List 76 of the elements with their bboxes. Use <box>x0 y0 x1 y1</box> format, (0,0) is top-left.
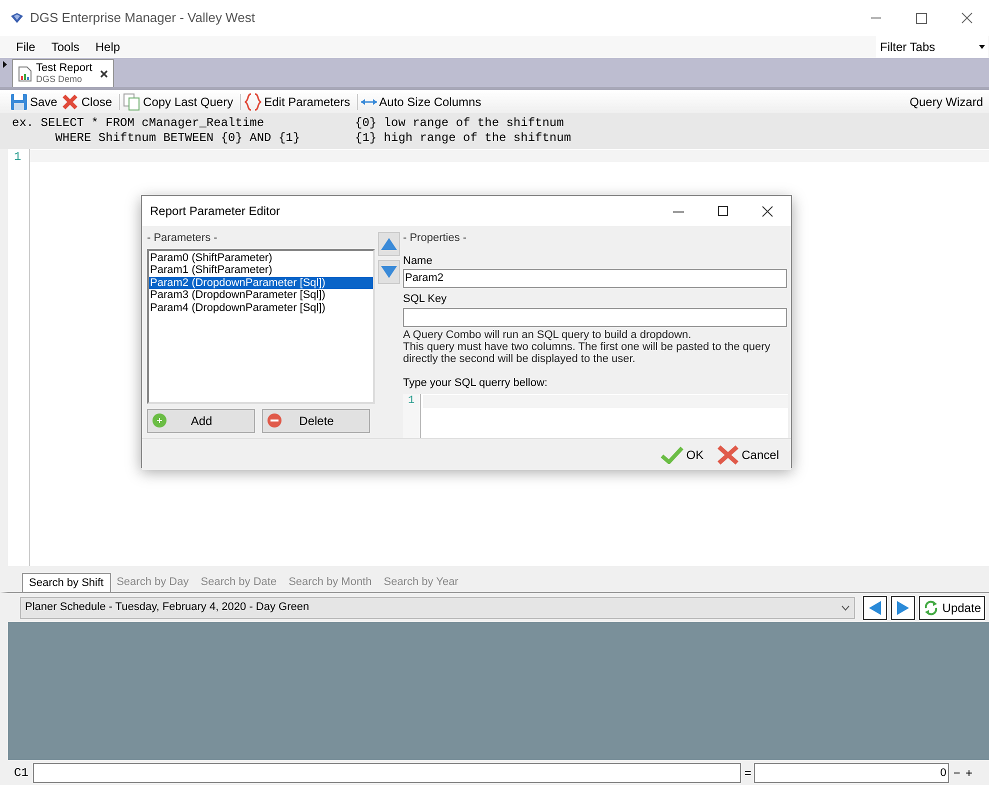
hint-code: ex. SELECT * FROM cManager_Realtime <box>12 116 266 131</box>
collapse-arrow-icon <box>3 61 7 68</box>
close-icon[interactable] <box>961 12 973 24</box>
parameter-item[interactable]: Param4 (DropdownParameter [Sql]) <box>149 302 373 314</box>
description-text: A Query Combo will run an SQL query to build a dropdown. This query must have two columns. The first one will be pasted to the query directly the second will be displayed to the user. <box>403 328 772 364</box>
field-label: Name <box>403 254 434 268</box>
field-label: SQL Key <box>403 292 448 307</box>
dialog-title: Report Parameter Editor <box>150 203 280 220</box>
checkmark-icon <box>660 446 684 464</box>
parameter-item[interactable]: Param2 (DropdownParameter [Sql]) <box>149 276 373 289</box>
braces-icon <box>244 92 262 110</box>
section-label: - Properties - <box>403 231 468 246</box>
maximize-icon[interactable] <box>916 12 927 24</box>
plus-button[interactable]: + <box>964 764 974 782</box>
line-number: 1 <box>14 151 22 163</box>
chevron-down-icon <box>841 604 850 610</box>
up-triangle-icon <box>381 238 397 250</box>
tab-title: Test Report <box>36 62 92 74</box>
line-number: 1 <box>408 394 416 407</box>
previous-button[interactable] <box>863 596 888 620</box>
save-icon <box>10 92 28 110</box>
move-down-button[interactable] <box>378 260 400 284</box>
close-icon[interactable] <box>762 206 773 216</box>
menu-item[interactable]: Help <box>87 38 128 56</box>
move-up-button[interactable] <box>378 232 400 256</box>
refresh-icon <box>923 600 940 616</box>
toolbar-button[interactable]: Edit Parameters <box>244 91 354 112</box>
menu-item[interactable]: File <box>8 38 44 56</box>
section-label: - Parameters - <box>147 231 218 246</box>
down-triangle-icon <box>381 266 397 278</box>
right-triangle-icon <box>897 600 910 614</box>
minus-button[interactable]: − <box>952 764 962 782</box>
parameter-list[interactable]: Param0 (ShiftParameter) Param1 (ShiftParameter) Param2 (DropdownParameter [Sql]) Param3 (DropdownParameter [Sql]) Param4 (DropdownParameter [Sql]) <box>147 248 375 404</box>
parameter-item[interactable]: Param1 (ShiftParameter) <box>149 264 373 276</box>
schedule-dropdown[interactable]: Planer Schedule - Tuesday, February 4, 2020 - Day Green <box>20 596 856 618</box>
tab-subtitle: DGS Demo <box>36 74 84 84</box>
filter-tabs-dropdown[interactable]: Filter Tabs <box>876 36 988 58</box>
toolbar-button[interactable]: Close <box>61 91 116 112</box>
hint-note: {1} high range of the shiftnum <box>355 131 572 146</box>
formula-field[interactable] <box>33 762 742 782</box>
minus-circle-icon <box>267 413 282 428</box>
search-tab[interactable]: Search by Shift <box>22 573 111 592</box>
field-label: Type your SQL querry bellow: <box>403 376 548 390</box>
update-button[interactable]: Update <box>919 596 985 620</box>
next-button[interactable] <box>891 596 916 620</box>
report-icon <box>18 66 32 82</box>
plus-circle-icon <box>152 413 167 428</box>
result-field[interactable]: 0 <box>754 762 950 782</box>
equals-sign: = <box>744 764 752 782</box>
document-tab[interactable]: Test Report DGS Demo <box>12 59 114 87</box>
hint-note: {0} low range of the shiftnum <box>355 116 564 131</box>
window-title: DGS Enterprise Manager - Valley West <box>30 9 255 28</box>
sql-key-field[interactable] <box>403 308 787 326</box>
delete-button[interactable]: Delete <box>262 408 370 432</box>
close-icon[interactable] <box>100 70 108 78</box>
ok-button[interactable]: OK <box>660 446 704 464</box>
resize-arrows-icon <box>361 98 378 106</box>
query-wizard-button[interactable]: Query Wizard <box>910 92 983 110</box>
parameter-item[interactable]: Param3 (DropdownParameter [Sql]) <box>149 289 373 302</box>
cancel-button[interactable]: Cancel <box>716 444 779 466</box>
app-logo-icon <box>10 12 24 24</box>
parameter-item[interactable]: Param0 (ShiftParameter) <box>149 252 373 264</box>
menu-item[interactable]: Tools <box>43 38 88 56</box>
left-triangle-icon <box>869 600 882 614</box>
close-icon <box>61 92 80 110</box>
copy-icon <box>123 92 142 110</box>
name-field[interactable]: Param2 <box>403 269 787 288</box>
dropdown-arrow-icon <box>979 45 985 49</box>
maximize-icon[interactable] <box>718 206 728 216</box>
toolbar-button[interactable]: Auto Size Columns <box>361 91 486 112</box>
toolbar-button[interactable]: Save <box>10 91 62 112</box>
cross-icon <box>716 444 740 466</box>
add-button[interactable]: Add <box>147 408 255 432</box>
cell-reference: C1 <box>14 764 28 782</box>
toolbar-button[interactable]: Copy Last Query <box>123 91 238 112</box>
hint-code: WHERE Shiftnum BETWEEN {0} AND {1} <box>54 131 302 146</box>
